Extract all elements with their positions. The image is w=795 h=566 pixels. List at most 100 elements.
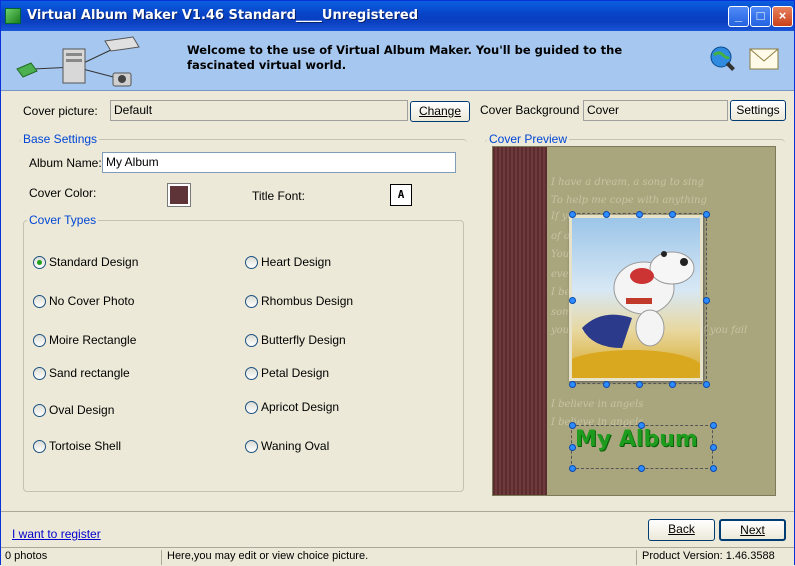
cover-type-option[interactable]: Oval Design [33, 403, 114, 417]
resize-handle[interactable] [638, 465, 645, 472]
welcome-message: Welcome to the use of Virtual Album Make… [187, 43, 623, 72]
resize-handle[interactable] [703, 297, 710, 304]
resize-handle[interactable] [569, 465, 576, 472]
radio-button-icon[interactable] [245, 439, 258, 453]
radio-button-icon[interactable] [33, 439, 46, 453]
cover-photo[interactable] [562, 215, 703, 386]
cover-type-option[interactable]: Waning Oval [245, 439, 329, 453]
cover-type-option[interactable]: Heart Design [245, 255, 331, 269]
status-hint: Here,you may edit or view choice picture… [163, 550, 637, 565]
dog-photo-image [562, 251, 702, 386]
base-settings-title: Base Settings [21, 132, 100, 146]
cover-type-label: Rhombus Design [261, 294, 354, 308]
cover-type-option[interactable]: Standard Design [33, 255, 138, 269]
album-name-input[interactable]: My Album [102, 152, 456, 173]
cover-type-option[interactable]: Tortoise Shell [33, 439, 121, 453]
radio-button-icon[interactable] [33, 294, 46, 308]
maximize-button[interactable]: □ [750, 6, 771, 27]
title-selection-frame [571, 425, 713, 469]
album-name-label: Album Name: [29, 156, 102, 170]
cover-type-option[interactable]: No Cover Photo [33, 294, 134, 308]
resize-handle[interactable] [669, 381, 676, 388]
radio-button-icon[interactable] [33, 366, 46, 380]
radio-button-icon[interactable] [245, 366, 258, 380]
status-bar: 0 photos Here,you may edit or view choic… [1, 547, 794, 566]
cover-preview-title: Cover Preview [487, 132, 570, 146]
header-banner: Welcome to the use of Virtual Album Make… [1, 31, 794, 91]
resize-handle[interactable] [569, 444, 576, 451]
window-title: Virtual Album Maker V1.46 Standard____Un… [27, 8, 418, 23]
cover-picture-label: Cover picture: [23, 104, 98, 118]
globe-search-icon[interactable] [709, 45, 737, 73]
resize-handle[interactable] [710, 465, 717, 472]
resize-handle[interactable] [638, 422, 645, 429]
resize-handle[interactable] [569, 381, 576, 388]
title-font-label: Title Font: [252, 189, 305, 203]
register-link[interactable]: I want to register [12, 527, 101, 541]
app-window: Virtual Album Maker V1.46 Standard____Un… [0, 0, 795, 566]
cover-type-label: Waning Oval [261, 439, 330, 453]
background-settings-button[interactable]: Settings [730, 100, 786, 121]
cover-type-label: Moire Rectangle [49, 333, 137, 347]
cover-type-label: Butterfly Design [261, 333, 346, 347]
radio-button-icon[interactable] [33, 403, 46, 417]
title-bar[interactable]: Virtual Album Maker V1.46 Standard____Un… [1, 1, 794, 31]
resize-handle[interactable] [569, 422, 576, 429]
resize-handle[interactable] [710, 444, 717, 451]
cover-type-option[interactable]: Sand rectangle [33, 366, 130, 380]
album-spine [493, 147, 547, 495]
resize-handle[interactable] [636, 211, 643, 218]
resize-handle[interactable] [669, 211, 676, 218]
mail-icon[interactable] [749, 48, 779, 70]
photo-count: 0 photos [1, 550, 162, 565]
cover-script-line: To help me cope with anything [551, 195, 707, 206]
resize-handle[interactable] [703, 381, 710, 388]
resize-handle[interactable] [636, 381, 643, 388]
computer-devices-icon [16, 36, 140, 87]
minimize-button[interactable]: _ [728, 6, 749, 27]
radio-button-icon[interactable] [245, 400, 258, 414]
resize-handle[interactable] [603, 211, 610, 218]
resize-handle[interactable] [569, 297, 576, 304]
cover-type-label: Petal Design [261, 366, 330, 380]
cover-type-label: Tortoise Shell [49, 439, 122, 453]
footer-separator [1, 511, 794, 512]
close-button[interactable]: × [772, 6, 793, 27]
resize-handle[interactable] [603, 381, 610, 388]
radio-button-icon[interactable] [245, 294, 258, 308]
cover-type-option[interactable]: Rhombus Design [245, 294, 353, 308]
cover-color-swatch[interactable] [167, 183, 191, 207]
cover-background-field[interactable]: Cover [583, 100, 728, 121]
cover-picture-field[interactable]: Default [110, 100, 408, 121]
app-icon [5, 8, 21, 24]
cover-type-label: Heart Design [261, 255, 332, 269]
title-font-button[interactable]: A [390, 184, 412, 206]
cover-type-option[interactable]: Moire Rectangle [33, 333, 136, 347]
cover-type-label: Oval Design [49, 403, 115, 417]
product-version: Product Version: 1.46.3588 [642, 550, 775, 562]
cover-type-option[interactable]: Apricot Design [245, 400, 339, 414]
cover-type-option[interactable]: Petal Design [245, 366, 329, 380]
radio-button-icon[interactable] [245, 255, 258, 269]
radio-button-icon[interactable] [33, 333, 46, 347]
resize-handle[interactable] [569, 211, 576, 218]
cover-type-label: Sand rectangle [49, 366, 130, 380]
cover-color-fill [170, 186, 188, 204]
radio-button-icon[interactable] [33, 255, 46, 269]
cover-type-label: Apricot Design [261, 400, 340, 414]
cover-type-label: Standard Design [49, 255, 139, 269]
cover-color-label: Cover Color: [29, 186, 97, 200]
resize-handle[interactable] [710, 422, 717, 429]
cover-types-title: Cover Types [27, 213, 99, 227]
cover-script-line: I believe in angels [551, 399, 644, 410]
cover-type-option[interactable]: Butterfly Design [245, 333, 346, 347]
back-button[interactable]: Back [648, 519, 715, 541]
cover-background-label: Cover Background [480, 103, 580, 117]
change-cover-button[interactable]: Change [410, 101, 470, 122]
cover-preview-canvas[interactable]: I have a dream, a song to sing To help me… [492, 146, 776, 496]
radio-button-icon[interactable] [245, 333, 258, 347]
next-button[interactable]: Next [719, 519, 786, 541]
resize-handle[interactable] [703, 211, 710, 218]
cover-type-label: No Cover Photo [49, 294, 135, 308]
cover-script-line: I have a dream, a song to sing [551, 177, 705, 188]
